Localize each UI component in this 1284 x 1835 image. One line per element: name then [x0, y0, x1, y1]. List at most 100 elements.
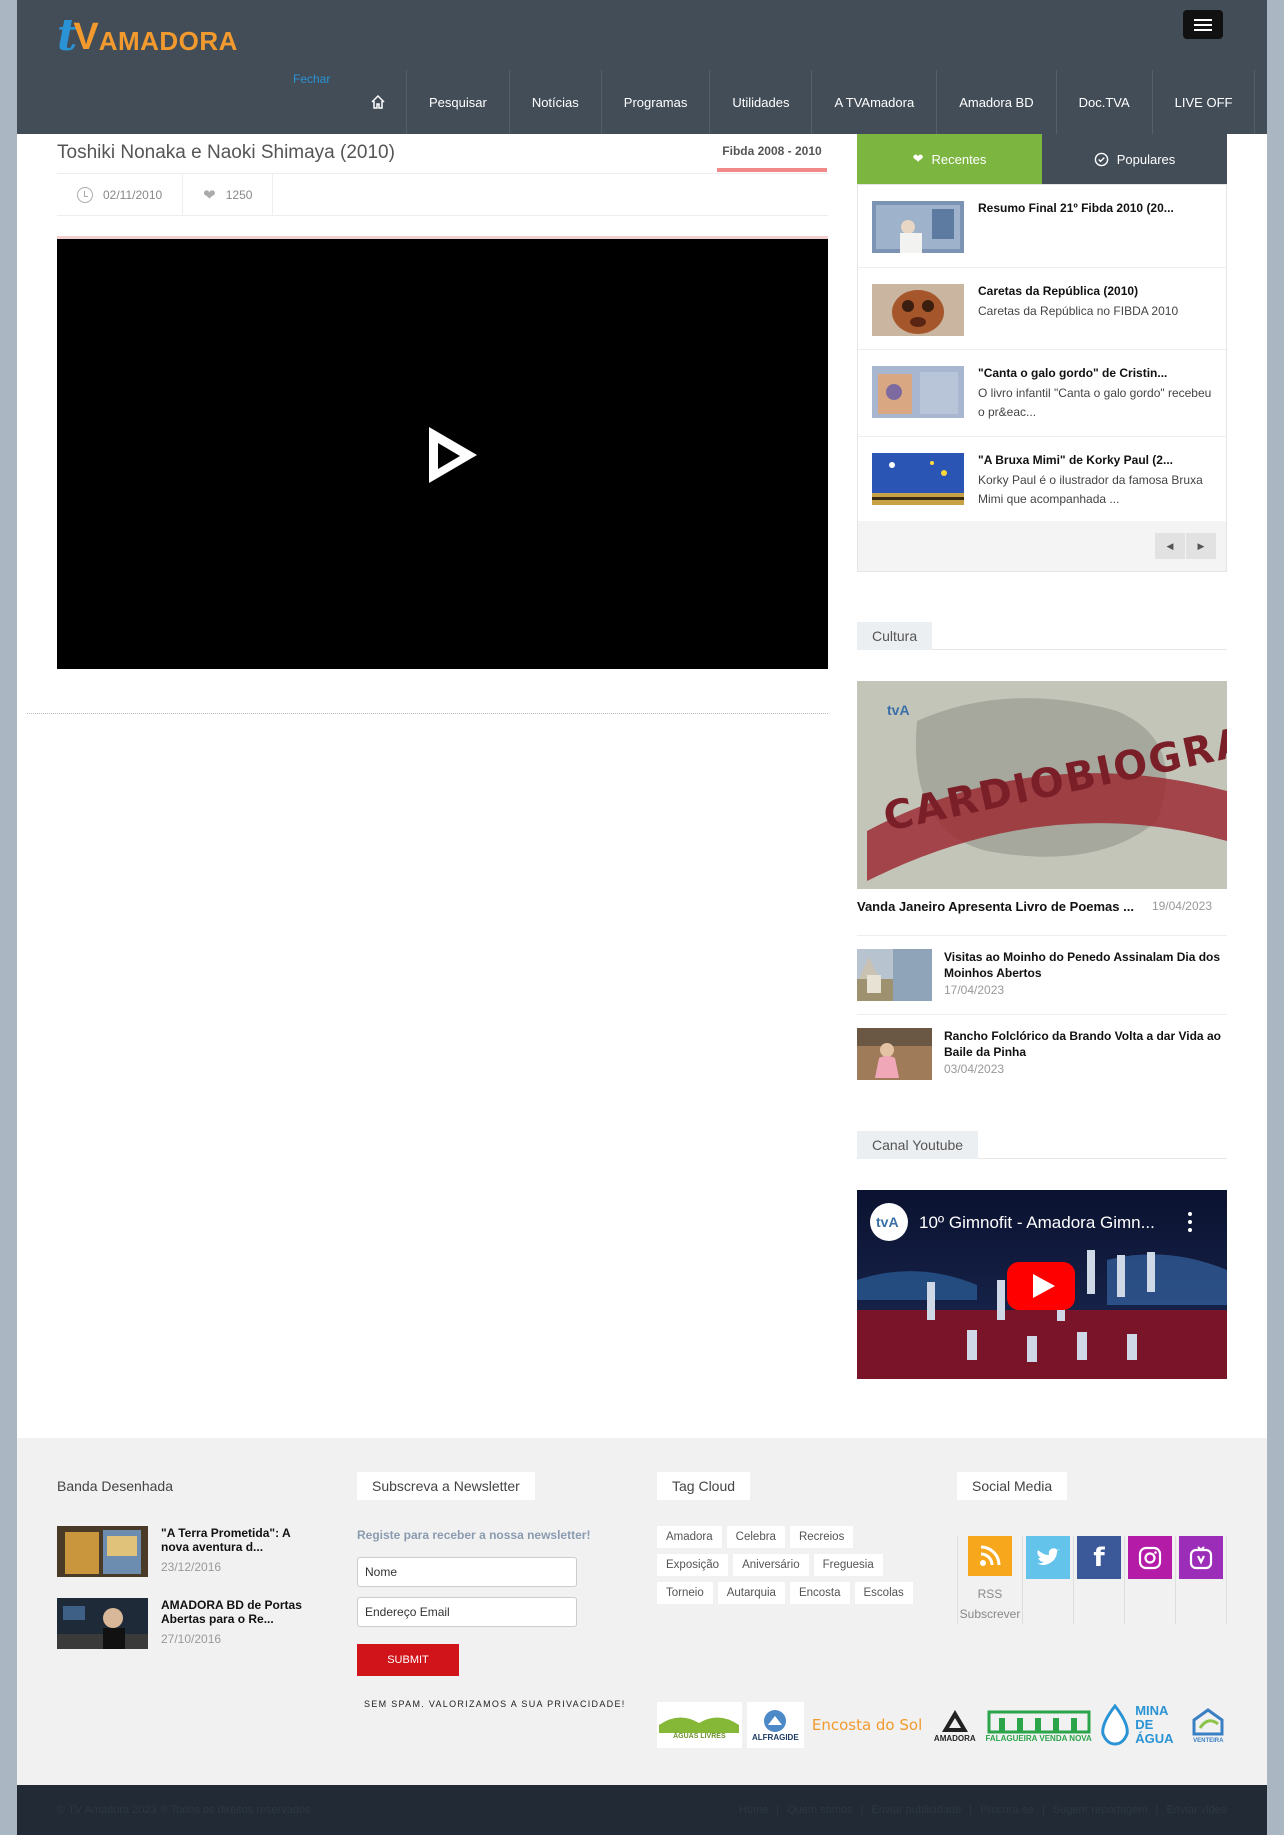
chevron-left-icon[interactable]: ◀ — [1155, 533, 1185, 559]
youtube-section-head: Canal Youtube — [857, 1131, 1227, 1159]
footer-heading: Tag Cloud — [657, 1472, 751, 1500]
tag-item[interactable]: Aniversário — [733, 1554, 809, 1576]
news-date: 03/04/2023 — [944, 1062, 1005, 1076]
chevron-right-icon[interactable]: ▶ — [1186, 533, 1216, 559]
list-item[interactable]: "A Terra Prometida": A nova aventura d..… — [57, 1526, 321, 1577]
tag-item[interactable]: Freguesia — [813, 1554, 883, 1576]
tab-recentes[interactable]: ❤ Recentes — [857, 134, 1042, 184]
featured-image[interactable]: CARDIOBIOGRAFIA tvA — [857, 681, 1227, 889]
nav-amadora-bd[interactable]: Amadora BD — [937, 70, 1057, 134]
partner-logo[interactable]: ÁGUAS LIVRES — [657, 1702, 742, 1748]
featured-title: Vanda Janeiro Apresenta Livro de Poemas … — [857, 899, 1134, 914]
clock-icon — [77, 187, 93, 203]
tag-item[interactable]: Recreios — [789, 1526, 854, 1548]
instagram-block — [1125, 1536, 1176, 1624]
igtv-icon[interactable] — [1179, 1536, 1223, 1579]
footer-link-quem-somos[interactable]: Quem somos — [787, 1804, 852, 1816]
home-icon[interactable] — [350, 70, 407, 134]
video-player[interactable] — [57, 236, 828, 669]
submit-button[interactable]: SUBMIT — [357, 1644, 459, 1676]
list-pager: ◀ ▶ — [858, 521, 1226, 571]
nav-noticias[interactable]: Notícias — [510, 70, 602, 134]
rss-icon[interactable] — [968, 1536, 1012, 1576]
nav-utilidades[interactable]: Utilidades — [710, 70, 813, 134]
hamburger-menu-icon[interactable] — [1183, 10, 1223, 39]
partner-logo[interactable]: MINA DE ÁGUA — [1098, 1702, 1185, 1748]
site-header: t V AMADORA Fechar Pesquisar Notícias Pr… — [17, 0, 1267, 134]
bd-thumbnail — [57, 1598, 148, 1649]
list-item[interactable]: Resumo Final 21º Fibda 2010 (20... — [858, 185, 1226, 268]
nav-programas[interactable]: Programas — [602, 70, 711, 134]
article-likes: 1250 — [225, 188, 253, 202]
partner-logo[interactable]: ALFRAGIDE — [746, 1702, 804, 1748]
list-item[interactable]: AMADORA BD de Portas Abertas para o Re..… — [57, 1598, 321, 1649]
nav-doc-tva[interactable]: Doc.TVA — [1057, 70, 1153, 134]
divider — [27, 713, 828, 714]
twitter-block — [1023, 1536, 1074, 1624]
email-field[interactable]: Endereço Email — [357, 1597, 577, 1627]
igtv-block — [1176, 1536, 1227, 1624]
recent-list: Resumo Final 21º Fibda 2010 (20... Caret… — [857, 184, 1227, 572]
divider — [857, 1014, 1227, 1015]
partner-logo[interactable]: VENTEIRA — [1190, 1702, 1227, 1748]
list-item[interactable]: Caretas da República (2010) Caretas da R… — [858, 268, 1226, 350]
tag-cloud: Amadora Celebra Recreios Exposição Anive… — [657, 1526, 917, 1604]
tag-item[interactable]: Celebra — [726, 1526, 785, 1548]
partner-logo[interactable]: AMADORA — [930, 1702, 979, 1748]
nav-live-off[interactable]: LIVE OFF — [1153, 70, 1256, 134]
tva-watermark-logo: tvA — [887, 702, 910, 718]
footer-link-home[interactable]: Home — [739, 1804, 768, 1816]
news-title: Rancho Folclórico da Brando Volta a dar … — [944, 1029, 1221, 1059]
video-thumbnail — [872, 284, 964, 336]
tab-populares[interactable]: Populares — [1042, 134, 1227, 184]
tag-item[interactable]: Exposição — [657, 1554, 729, 1576]
more-vert-icon[interactable] — [1188, 1212, 1192, 1232]
nav-a-tvamadora[interactable]: A TVAmadora — [812, 70, 938, 134]
tag-item[interactable]: Escolas — [854, 1582, 913, 1604]
tag-item[interactable]: Encosta — [789, 1582, 850, 1604]
tvamadora-logo[interactable]: t V AMADORA — [57, 14, 238, 58]
name-field[interactable]: Nome — [357, 1557, 577, 1587]
heart-icon: ❤ — [912, 151, 924, 166]
heart-icon: ❤ — [203, 187, 216, 204]
featured-caption[interactable]: Vanda Janeiro Apresenta Livro de Poemas … — [857, 899, 1227, 914]
footer-link-video[interactable]: Enviar video — [1166, 1804, 1227, 1816]
instagram-icon[interactable] — [1128, 1536, 1172, 1579]
clock-icon — [1094, 152, 1109, 166]
partner-name: ÁGUAS LIVRES — [673, 1732, 726, 1740]
rss-label: RSS — [977, 1587, 1003, 1601]
video-thumbnail — [872, 453, 964, 505]
list-item[interactable]: "A Bruxa Mimi" de Korky Paul (2... Korky… — [858, 437, 1226, 523]
footer-heading: Subscreva a Newsletter — [357, 1472, 535, 1500]
rss-block: RSS Subscrever — [957, 1536, 1023, 1624]
footer-link-reportagem[interactable]: Sugerir reportagem — [1053, 1804, 1148, 1816]
nav-pesquisar[interactable]: Pesquisar — [407, 70, 510, 134]
bd-title: "A Terra Prometida": A nova aventura d..… — [161, 1526, 291, 1554]
main-nav: Pesquisar Notícias Programas Utilidades … — [350, 70, 1256, 134]
partner-logo[interactable]: Encosta do Sol — [809, 1702, 925, 1748]
rss-subscribe-link[interactable]: Subscrever — [960, 1607, 1021, 1621]
list-item[interactable]: Visitas ao Moinho do Penedo Assinalam Di… — [857, 949, 1227, 1001]
youtube-embed[interactable]: tvA 10º Gimnofit - Amadora Gimn... — [857, 1190, 1227, 1379]
page: t V AMADORA Fechar Pesquisar Notícias Pr… — [17, 0, 1267, 1835]
likes-meta[interactable]: ❤ 1250 — [183, 174, 274, 216]
list-item[interactable]: "Canta o galo gordo" de Cristin... O liv… — [858, 350, 1226, 437]
footer-link-procura-se[interactable]: Procura-se — [980, 1804, 1034, 1816]
twitter-icon[interactable] — [1026, 1536, 1070, 1579]
facebook-block: f — [1074, 1536, 1125, 1624]
footer-link-publicidade[interactable]: Enviar publicidade — [871, 1804, 961, 1816]
section-title: Cultura — [857, 622, 933, 650]
tag-item[interactable]: Autarquia — [717, 1582, 785, 1604]
facebook-icon[interactable]: f — [1077, 1536, 1121, 1579]
list-item-desc: Caretas da República no FIBDA 2010 — [978, 304, 1179, 318]
bottom-bar: © TV Amadora 2023 ® Todos os direitos re… — [17, 1785, 1267, 1835]
tag-item[interactable]: Torneio — [657, 1582, 713, 1604]
list-item[interactable]: Rancho Folclórico da Brando Volta a dar … — [857, 1028, 1227, 1080]
tag-item[interactable]: Amadora — [657, 1526, 722, 1548]
bd-date: 23/12/2016 — [161, 1560, 222, 1574]
list-item-desc: Korky Paul é o ilustrador da famosa Brux… — [978, 473, 1203, 506]
partner-logo[interactable]: FALAGUEIRA VENDA NOVA — [984, 1702, 1092, 1748]
category-badge[interactable]: Fibda 2008 - 2010 — [717, 144, 827, 172]
youtube-play-icon[interactable] — [1007, 1262, 1075, 1310]
fechar-link[interactable]: Fechar — [293, 72, 330, 86]
